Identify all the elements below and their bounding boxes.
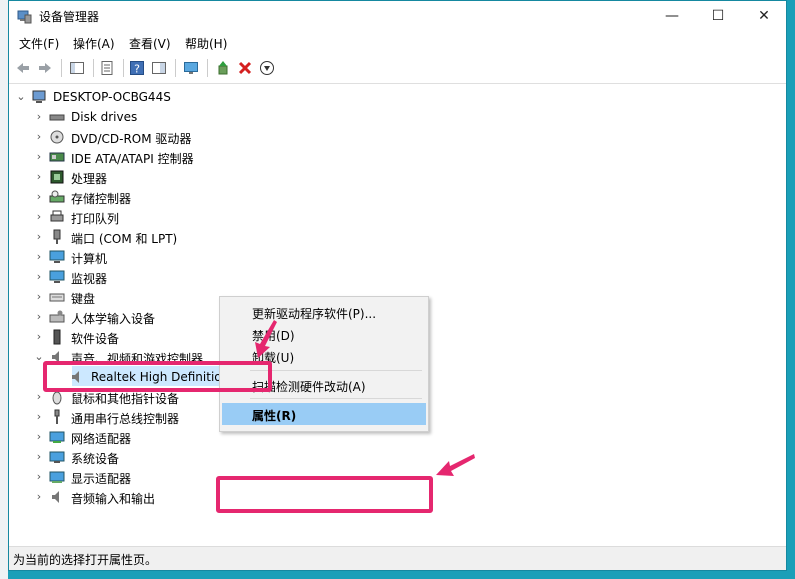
processor-icon (50, 170, 64, 184)
highlight-box-device (43, 361, 272, 392)
highlight-box-properties (216, 476, 433, 513)
ide-controller-icon (49, 152, 65, 162)
action-pane-icon[interactable] (149, 58, 169, 78)
display-adapter-icon (49, 471, 65, 483)
svg-text:?: ? (134, 63, 140, 76)
menu-bar: 文件(F) 操作(A) 查看(V) 帮助(H) (9, 31, 786, 53)
chevron-right-icon[interactable]: › (33, 150, 45, 164)
software-device-icon (53, 329, 61, 345)
chevron-right-icon[interactable]: › (33, 330, 45, 344)
chevron-right-icon[interactable]: › (33, 430, 45, 444)
window-title: 设备管理器 (39, 10, 100, 24)
chevron-right-icon[interactable]: › (33, 230, 45, 244)
tree-item[interactable]: › 监视器 (9, 267, 509, 287)
menu-item-properties[interactable]: 属性(R) (252, 407, 296, 424)
chevron-right-icon[interactable]: › (33, 450, 45, 464)
background-window-edge (0, 0, 8, 579)
chevron-right-icon[interactable]: › (33, 270, 45, 284)
chevron-right-icon[interactable]: › (33, 290, 45, 304)
disk-drive-icon (49, 114, 65, 121)
menu-help[interactable]: 帮助(H) (185, 35, 227, 52)
optical-drive-icon (50, 130, 64, 144)
usb-icon (54, 409, 60, 424)
tree-item[interactable]: › IDE ATA/ATAPI 控制器 (9, 147, 509, 167)
chevron-right-icon[interactable]: › (33, 250, 45, 264)
menu-file[interactable]: 文件(F) (19, 35, 59, 52)
back-icon[interactable] (13, 58, 33, 78)
keyboard-icon (49, 293, 65, 302)
chevron-right-icon[interactable]: › (33, 390, 45, 404)
computer-icon (32, 90, 46, 103)
pink-arrow-icon (255, 320, 277, 358)
chevron-right-icon[interactable]: › (33, 470, 45, 484)
chevron-right-icon[interactable]: › (33, 170, 45, 184)
enable-device-icon[interactable] (257, 58, 277, 78)
chevron-right-icon[interactable]: › (33, 130, 45, 144)
status-bar: 为当前的选择打开属性页。 (9, 546, 786, 570)
chevron-right-icon[interactable]: › (33, 190, 45, 204)
update-driver-icon[interactable] (213, 58, 233, 78)
toolbar: ? (9, 53, 786, 84)
tree-root[interactable]: ⌄ DESKTOP-OCBG44S (9, 87, 509, 107)
menu-view[interactable]: 查看(V) (129, 35, 171, 52)
chevron-right-icon[interactable]: › (33, 490, 45, 504)
computer-icon (49, 250, 65, 263)
chevron-right-icon[interactable]: › (33, 410, 45, 424)
printer-icon (50, 210, 64, 222)
tree-item[interactable]: › Disk drives (9, 107, 509, 127)
forward-icon[interactable] (35, 58, 55, 78)
pink-arrow-icon (436, 454, 475, 476)
tree-item[interactable]: › 打印队列 (9, 207, 509, 227)
tree-item[interactable]: › 端口 (COM 和 LPT) (9, 227, 509, 247)
network-adapter-icon (49, 431, 65, 443)
storage-controller-icon (49, 190, 65, 203)
menu-divider (250, 398, 422, 399)
show-hide-console-tree-icon[interactable] (67, 58, 87, 78)
hid-icon (49, 310, 65, 323)
monitor-icon (49, 270, 65, 283)
root-label: DESKTOP-OCBG44S (53, 90, 171, 104)
menu-action[interactable]: 操作(A) (73, 35, 115, 52)
tree-item[interactable]: › DVD/CD-ROM 驱动器 (9, 127, 509, 147)
help-icon[interactable]: ? (127, 58, 147, 78)
audio-io-icon (52, 491, 59, 503)
close-button[interactable]: ✕ (741, 1, 787, 31)
device-manager-icon (17, 10, 32, 24)
maximize-button[interactable]: ☐ (695, 1, 741, 31)
status-text: 为当前的选择打开属性页。 (13, 553, 158, 567)
system-device-icon (49, 451, 65, 463)
chevron-right-icon[interactable]: › (33, 210, 45, 224)
chevron-right-icon[interactable]: › (33, 110, 45, 124)
tree-item[interactable]: › 存储控制器 (9, 187, 509, 207)
menu-divider (250, 370, 422, 371)
chevron-down-icon[interactable]: ⌄ (15, 90, 27, 104)
scan-computer-icon[interactable] (181, 58, 201, 78)
chevron-right-icon[interactable]: › (33, 310, 45, 324)
port-icon (53, 229, 61, 244)
tree-item[interactable]: › 计算机 (9, 247, 509, 267)
tree-item[interactable]: › 处理器 (9, 167, 509, 187)
title-bar: 设备管理器 — ☐ ✕ (9, 1, 786, 31)
properties-sheet-icon[interactable] (97, 58, 117, 78)
uninstall-device-icon[interactable] (235, 58, 255, 78)
minimize-button[interactable]: — (649, 1, 695, 31)
